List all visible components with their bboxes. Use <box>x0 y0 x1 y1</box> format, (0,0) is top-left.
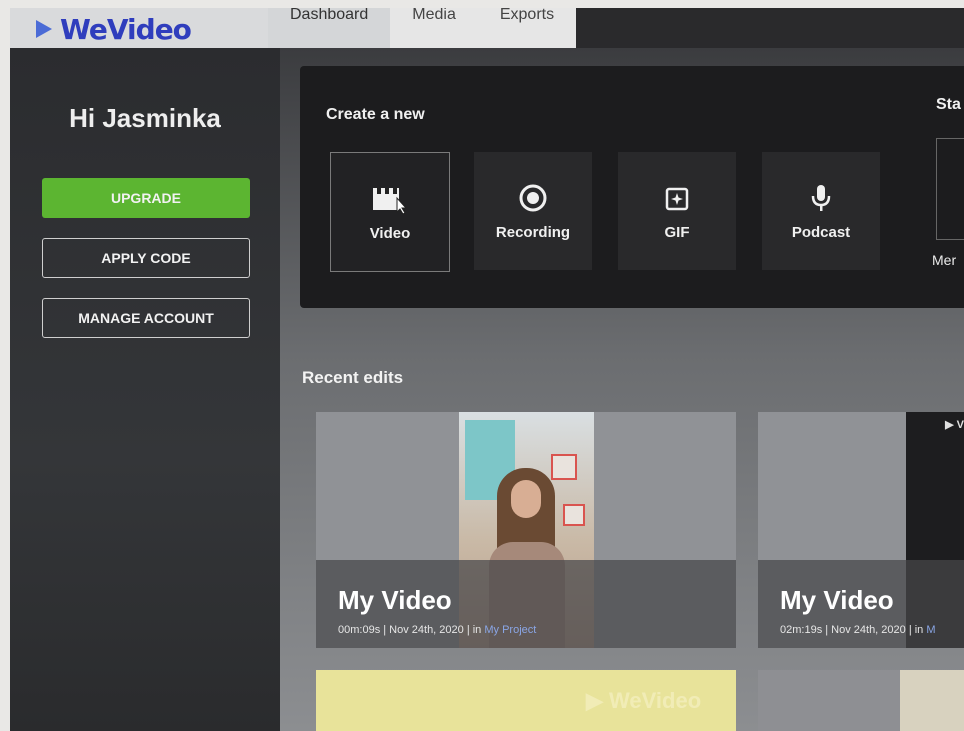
gif-sparkle-icon <box>663 182 691 214</box>
project-link[interactable]: M <box>926 624 935 636</box>
tab-exports[interactable]: Exports <box>477 8 577 48</box>
recent-video-card[interactable]: My Video 00m:09s | Nov 24th, 2020 | in M… <box>316 412 736 648</box>
microphone-icon <box>809 182 833 214</box>
manage-account-button[interactable]: MANAGE ACCOUNT <box>42 298 250 338</box>
project-link[interactable]: My Project <box>484 624 536 636</box>
create-gif-button[interactable]: GIF <box>618 152 736 270</box>
recent-video-card[interactable] <box>900 670 964 731</box>
apply-code-button[interactable]: APPLY CODE <box>42 238 250 278</box>
create-title: Create a new <box>326 106 425 123</box>
record-icon <box>518 182 548 214</box>
sidebar: Hi Jasminka UPGRADE APPLY CODE MANAGE AC… <box>10 48 280 731</box>
start-from-tile[interactable] <box>936 138 964 240</box>
heart-poster <box>563 504 585 526</box>
top-bar: WeVideo Dashboard Media Exports <box>10 8 964 48</box>
create-video-button[interactable]: Video <box>330 152 450 272</box>
recent-edits-title: Recent edits <box>302 368 404 387</box>
meta-text: 02m:19s | Nov 24th, 2020 | in <box>780 624 927 636</box>
tab-dashboard[interactable]: Dashboard <box>268 8 391 48</box>
meta-text: 00m:09s | Nov 24th, 2020 | in <box>338 624 485 636</box>
video-meta: 00m:09s | Nov 24th, 2020 | in My Project <box>338 624 536 636</box>
upgrade-button[interactable]: UPGRADE <box>42 178 250 218</box>
clapperboard-icon <box>371 183 409 215</box>
create-panel: Create a new Sta Video Recording GIF Pod… <box>300 66 964 308</box>
recent-video-card[interactable]: ▶ WeVideo <box>316 670 736 731</box>
start-title: Sta <box>936 96 961 113</box>
logo-play-icon <box>36 20 52 38</box>
video-title: My Video <box>338 585 452 615</box>
main-content: Create a new Sta Video Recording GIF Pod… <box>280 48 964 731</box>
logo-play-icon: ▶ V <box>945 419 964 431</box>
recent-video-card[interactable]: ▶ V My Video 02m:19s | Nov 24th, 2020 | … <box>758 412 964 648</box>
start-from-label: Mer <box>932 252 957 268</box>
screen: WeVideo Dashboard Media Exports Hi Jasmi… <box>10 8 964 731</box>
create-item-label: Podcast <box>791 223 851 241</box>
wevideo-logo[interactable]: WeVideo <box>36 12 206 46</box>
create-recording-button[interactable]: Recording <box>474 152 592 270</box>
tab-label: Exports <box>499 8 555 23</box>
create-item-label: Video <box>369 224 411 242</box>
person-face <box>511 480 541 518</box>
tab-label: Dashboard <box>290 8 369 23</box>
video-meta: 02m:19s | Nov 24th, 2020 | in M <box>780 624 936 636</box>
logo-text: WeVideo <box>60 12 192 46</box>
create-podcast-button[interactable]: Podcast <box>762 152 880 270</box>
faded-logo-text: ▶ WeVideo <box>586 688 702 713</box>
video-title: My Video <box>780 585 894 615</box>
tab-media[interactable]: Media <box>390 8 478 48</box>
greeting: Hi Jasminka <box>69 103 221 133</box>
heart-poster <box>551 454 577 480</box>
create-item-label: Recording <box>495 223 571 241</box>
create-item-label: GIF <box>664 223 690 241</box>
nav-tabs: Dashboard Media Exports <box>268 8 577 48</box>
tab-label: Media <box>412 8 456 23</box>
